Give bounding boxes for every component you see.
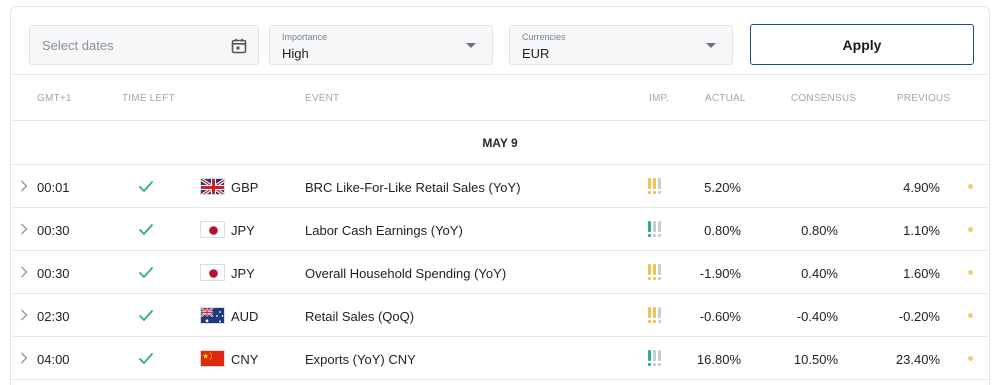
- event-name[interactable]: BRC Like-For-Like Retail Sales (YoY): [305, 180, 521, 195]
- currency-code: GBP: [231, 180, 259, 195]
- australia-flag-icon: [200, 307, 225, 324]
- japan-flag-icon: [200, 264, 225, 281]
- check-icon: [138, 266, 154, 279]
- previous-value: 23.40%: [895, 352, 940, 367]
- importance-indicator: [648, 307, 661, 324]
- actual-value: -1.90%: [699, 266, 741, 281]
- importance-label: Importance: [282, 32, 328, 42]
- event-name[interactable]: Overall Household Spending (YoY): [305, 266, 506, 281]
- importance-indicator: [648, 221, 661, 238]
- consensus-value: -0.40%: [796, 309, 838, 324]
- column-header-importance: IMP.: [649, 93, 670, 104]
- previous-value: 1.10%: [903, 223, 940, 238]
- check-icon: [138, 309, 154, 322]
- event-row[interactable]: 04:00 CNY Exports (YoY) CNY 16.80% 10.50% 23.…: [11, 337, 989, 380]
- filter-bar: Select dates Importance High Currencies …: [11, 7, 989, 75]
- chevron-right-icon[interactable]: [19, 308, 29, 322]
- japan-flag-icon: [200, 221, 225, 238]
- alert-dot-icon[interactable]: [968, 270, 973, 275]
- chevron-right-icon[interactable]: [19, 351, 29, 365]
- consensus-value: 10.50%: [793, 352, 838, 367]
- previous-value: 4.90%: [903, 180, 940, 195]
- date-range-picker[interactable]: Select dates: [29, 25, 259, 65]
- column-header-actual: ACTUAL: [705, 93, 746, 104]
- event-row[interactable]: 00:01 GBP BRC Like-For-Like Retail Sales (…: [11, 165, 989, 208]
- event-name[interactable]: Labor Cash Earnings (YoY): [305, 223, 463, 238]
- event-time: 00:30: [37, 266, 70, 281]
- importance-indicator: [648, 350, 661, 367]
- column-header-time: GMT+1: [37, 93, 72, 104]
- event-name[interactable]: Exports (YoY) CNY: [305, 352, 416, 367]
- check-icon: [138, 223, 154, 236]
- event-row[interactable]: 00:30 JPY Labor Cash Earnings (YoY) 0.80% 0.…: [11, 208, 989, 251]
- importance-select[interactable]: Importance High: [269, 25, 493, 65]
- importance-value: High: [282, 46, 309, 61]
- alert-dot-icon[interactable]: [968, 356, 973, 361]
- chevron-right-icon[interactable]: [19, 222, 29, 236]
- importance-indicator: [648, 264, 661, 281]
- event-time: 00:01: [37, 180, 70, 195]
- date-label: MAY 9: [482, 136, 518, 150]
- alert-dot-icon[interactable]: [968, 227, 973, 232]
- china-flag-icon: [200, 350, 225, 367]
- chevron-right-icon[interactable]: [19, 179, 29, 193]
- caret-down-icon[interactable]: [706, 43, 716, 48]
- event-row[interactable]: 02:30 AUD Retail Sales (QoQ) -0.60% -0.40% -0…: [11, 294, 989, 337]
- date-group-header: MAY 9: [11, 121, 989, 165]
- column-header-previous: PREVIOUS: [897, 93, 951, 104]
- column-header-time-left: TIME LEFT: [122, 93, 175, 104]
- event-time: 04:00: [37, 352, 70, 367]
- event-row[interactable]: 00:30 JPY Overall Household Spending (YoY)…: [11, 251, 989, 294]
- calendar-icon[interactable]: [230, 37, 248, 55]
- check-icon: [138, 352, 154, 365]
- actual-value: 0.80%: [704, 223, 741, 238]
- currencies-label: Currencies: [522, 32, 566, 42]
- table-header: GMT+1 TIME LEFT EVENT IMP. ACTUAL CONSEN…: [11, 75, 989, 121]
- actual-value: 5.20%: [704, 180, 741, 195]
- date-range-placeholder: Select dates: [42, 38, 114, 53]
- apply-button[interactable]: Apply: [750, 24, 974, 65]
- column-header-event: EVENT: [305, 93, 340, 104]
- importance-indicator: [648, 178, 661, 195]
- actual-value: -0.60%: [699, 309, 741, 324]
- alert-dot-icon[interactable]: [968, 313, 973, 318]
- caret-down-icon[interactable]: [466, 43, 476, 48]
- alert-dot-icon[interactable]: [968, 184, 973, 189]
- currency-code: JPY: [231, 266, 255, 281]
- event-name[interactable]: Retail Sales (QoQ): [305, 309, 414, 324]
- currency-code: CNY: [231, 352, 259, 367]
- currency-code: AUD: [231, 309, 259, 324]
- actual-value: 16.80%: [696, 352, 741, 367]
- previous-value: -0.20%: [898, 309, 940, 324]
- previous-value: 1.60%: [903, 266, 940, 281]
- check-icon: [138, 180, 154, 193]
- currencies-select[interactable]: Currencies EUR: [509, 25, 733, 65]
- currency-code: JPY: [231, 223, 255, 238]
- currencies-value: EUR: [522, 46, 550, 61]
- event-time: 00:30: [37, 223, 70, 238]
- economic-calendar: Select dates Importance High Currencies …: [10, 6, 990, 385]
- consensus-value: 0.80%: [801, 223, 838, 238]
- event-time: 02:30: [37, 309, 70, 324]
- column-header-consensus: CONSENSUS: [791, 93, 857, 104]
- chevron-right-icon[interactable]: [19, 265, 29, 279]
- consensus-value: 0.40%: [801, 266, 838, 281]
- uk-flag-icon: [200, 178, 225, 195]
